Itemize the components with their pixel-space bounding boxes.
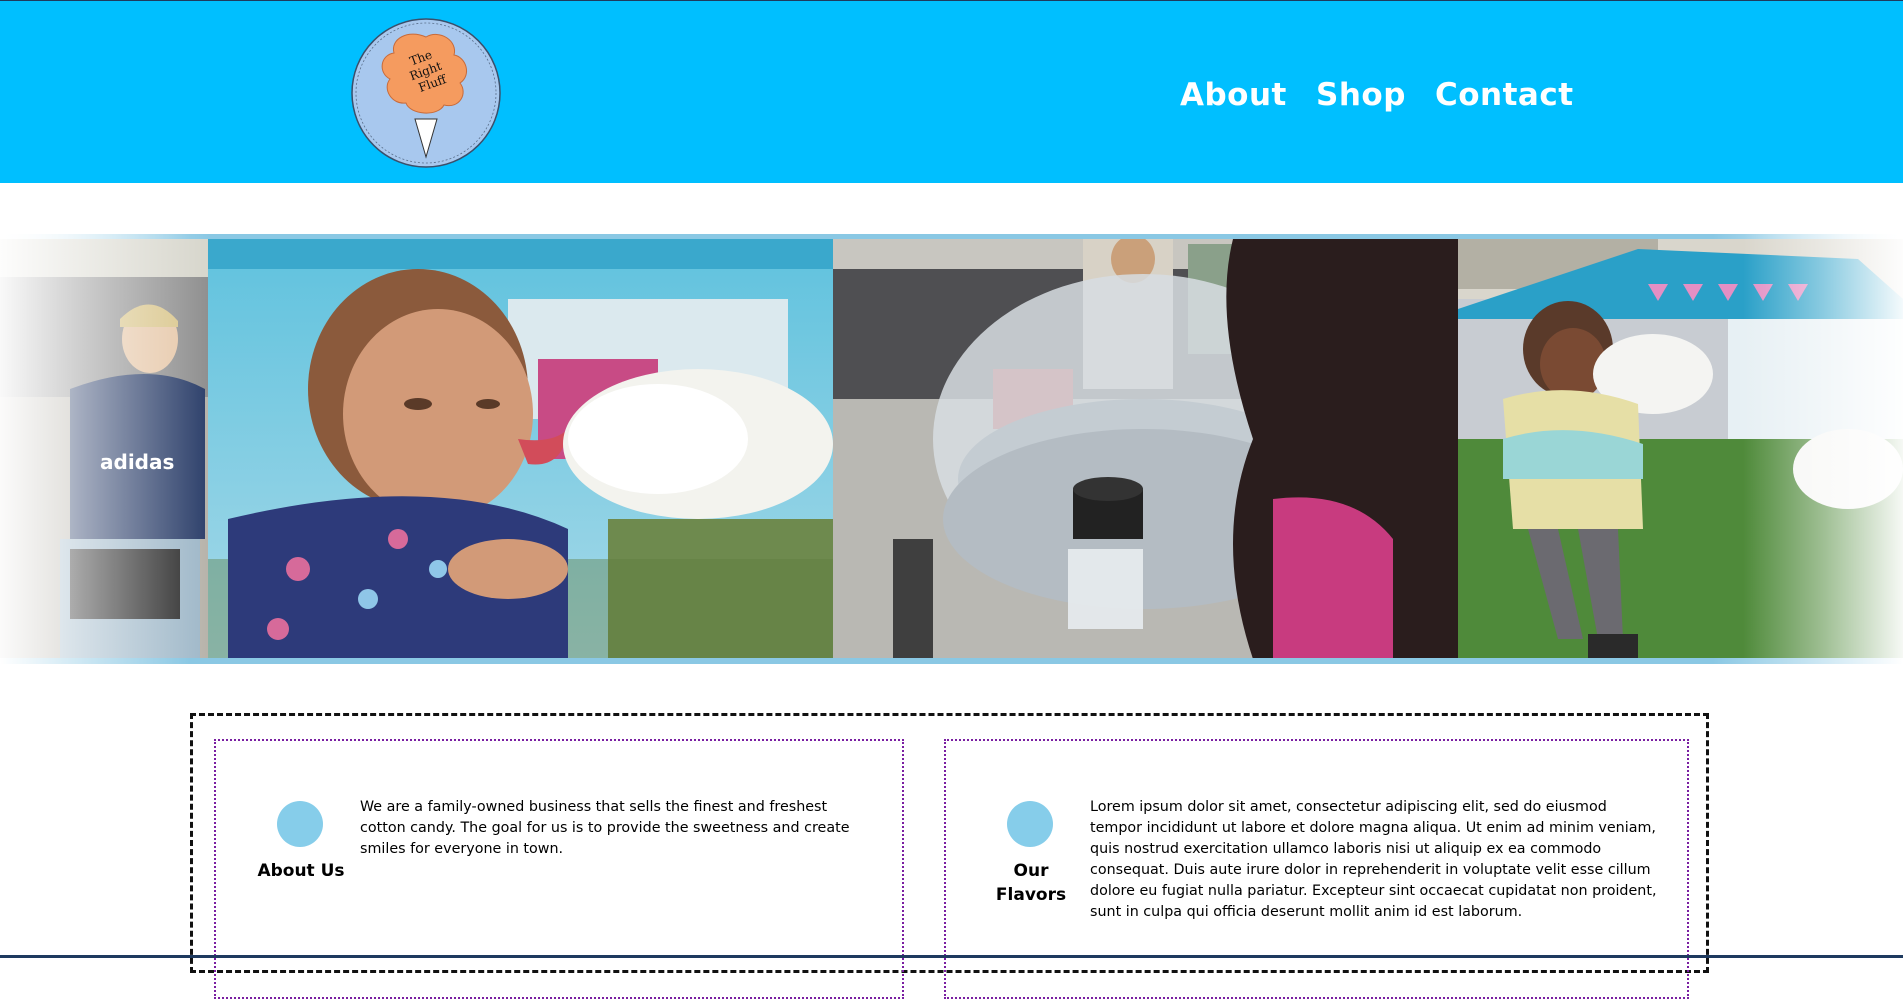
about-us-dot-icon xyxy=(277,801,323,847)
site-header: The Right Fluff About Shop Contact xyxy=(0,1,1903,183)
photo-strip: adidas xyxy=(0,234,1903,664)
photo-cotton-candy-machine xyxy=(833,239,1458,659)
about-us-text: We are a family-owned business that sell… xyxy=(360,799,850,857)
our-flavors-text: Lorem ipsum dolor sit amet, consectetur … xyxy=(1090,799,1657,920)
strip-border-bottom xyxy=(0,658,1903,664)
about-us-title: About Us xyxy=(257,861,345,881)
info-section: About Us We are a family-owned business … xyxy=(190,713,1709,999)
our-flavors-card: Our Flavors Lorem ipsum dolor sit amet, … xyxy=(944,739,1689,999)
nav-shop-link[interactable]: Shop xyxy=(1316,73,1406,117)
our-flavors-dot-icon xyxy=(1007,801,1053,847)
nav-contact-link[interactable]: Contact xyxy=(1435,73,1574,117)
photo-girl-cotton-candy xyxy=(208,239,833,659)
about-us-card: About Us We are a family-owned business … xyxy=(214,739,904,999)
nav-about-link[interactable]: About xyxy=(1180,73,1287,117)
the-right-fluff-logo[interactable]: The Right Fluff xyxy=(348,17,504,169)
our-flavors-title: Our Flavors xyxy=(995,861,1067,905)
